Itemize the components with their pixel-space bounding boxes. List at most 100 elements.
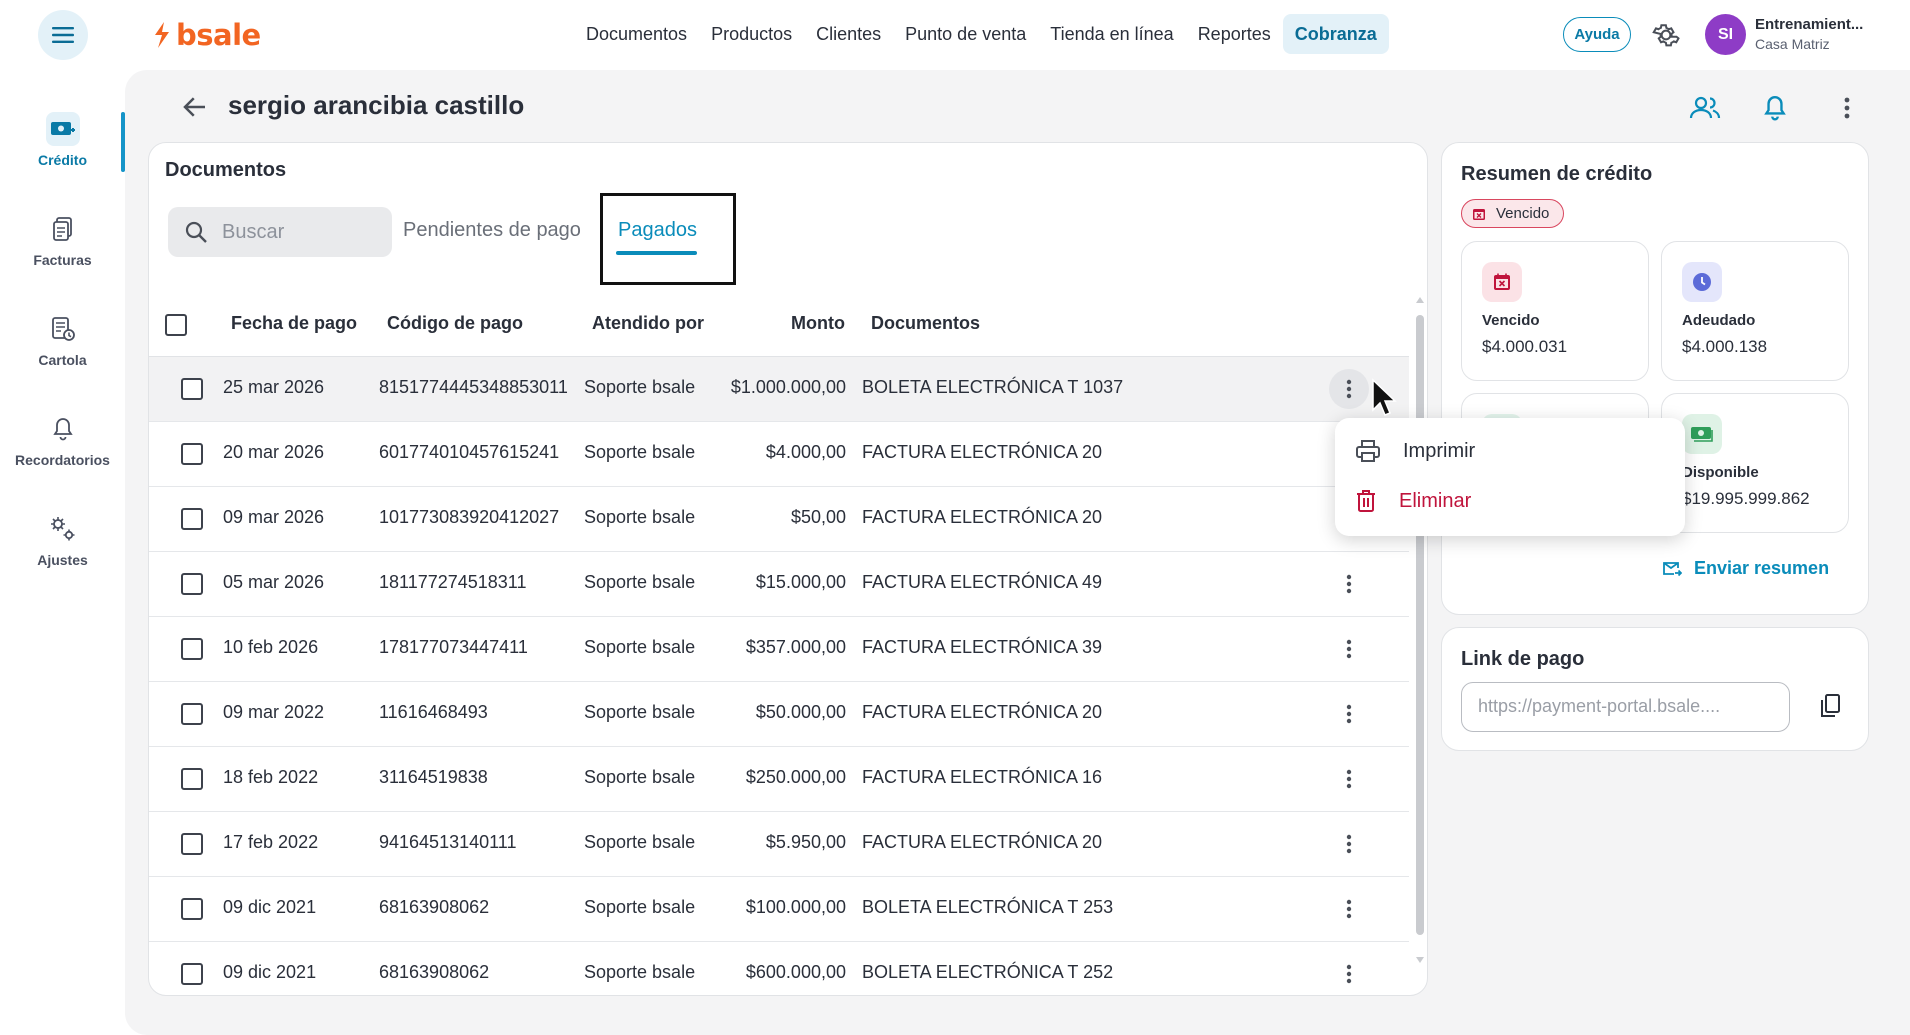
- table-row[interactable]: 09 mar 2022 11616468493 Soporte bsale $50.0…: [149, 682, 1409, 747]
- scrollbar-thumb[interactable]: [1416, 315, 1424, 935]
- cell-documentos: FACTURA ELECTRÓNICA 16: [862, 767, 1103, 787]
- nav-cobranza[interactable]: Cobranza: [1282, 14, 1389, 54]
- sidebar-item-label: Crédito: [38, 152, 87, 168]
- cell-documentos: FACTURA ELECTRÓNICA 39: [862, 637, 1103, 657]
- row-checkbox[interactable]: [181, 833, 203, 855]
- table-row[interactable]: 20 mar 2026 601774010457615241 Soporte bsa…: [149, 422, 1409, 487]
- cell-codigo-de-pago: 68163908062: [379, 962, 490, 982]
- row-actions-button[interactable]: [1329, 954, 1369, 994]
- sidebar-item-cartola[interactable]: Cartola: [0, 290, 125, 390]
- select-all-checkbox[interactable]: [165, 314, 187, 336]
- cell-monto: $100.000,00: [745, 897, 846, 917]
- menu-item-imprimir[interactable]: Imprimir: [1335, 426, 1685, 476]
- nav-clientes[interactable]: Clientes: [804, 14, 893, 54]
- mouse-cursor-icon: [1372, 378, 1397, 416]
- stat-value: $4.000.031: [1482, 337, 1568, 356]
- back-button[interactable]: [180, 92, 210, 122]
- column-monto[interactable]: Monto: [791, 313, 845, 334]
- row-checkbox[interactable]: [181, 638, 203, 660]
- cell-fecha-de-pago: 10 feb 2026: [223, 637, 319, 657]
- table-row[interactable]: 17 feb 2022 94164513140111 Soporte bsale $5…: [149, 812, 1409, 877]
- row-checkbox[interactable]: [181, 963, 203, 985]
- table-row[interactable]: 25 mar 2026 8151774445348853011 Soporte bs…: [149, 357, 1409, 422]
- avatar[interactable]: SI: [1705, 14, 1746, 55]
- row-checkbox[interactable]: [181, 443, 203, 465]
- account-info[interactable]: Entrenamient... Casa Matriz: [1755, 16, 1905, 52]
- cell-fecha-de-pago: 20 mar 2026: [223, 442, 325, 462]
- send-summary-button[interactable]: Enviar resumen: [1662, 558, 1829, 579]
- summary-title: Resumen de crédito: [1461, 163, 1653, 185]
- row-checkbox[interactable]: [181, 898, 203, 920]
- cell-atendido-por: Soporte bsale: [584, 377, 696, 397]
- row-actions-button[interactable]: [1329, 369, 1369, 409]
- sidebar-item-recordatorios[interactable]: Recordatorios: [0, 390, 125, 490]
- notifications-button[interactable]: [1759, 92, 1791, 124]
- row-checkbox[interactable]: [181, 508, 203, 530]
- sidebar-item-credito[interactable]: Crédito: [0, 90, 125, 190]
- row-actions-button[interactable]: [1329, 629, 1369, 669]
- cell-codigo-de-pago: 11616468493: [379, 702, 488, 722]
- more-options-button[interactable]: [1831, 92, 1863, 124]
- arrow-left-icon: [183, 97, 205, 117]
- row-actions-button[interactable]: [1329, 759, 1369, 799]
- cell-atendido-por: Soporte bsale: [584, 637, 696, 657]
- gear-icon: [1652, 24, 1680, 47]
- table-row[interactable]: 18 feb 2022 31164519838 Soporte bsale $250.…: [149, 747, 1409, 812]
- cell-documentos: BOLETA ELECTRÓNICA T 252: [862, 962, 1114, 982]
- menu-item-eliminar[interactable]: Eliminar: [1335, 476, 1685, 526]
- table-header: Fecha de pago Código de pago Atendido po…: [149, 293, 1409, 357]
- table-row[interactable]: 09 mar 2026 101773083920412027 Soporte bsa…: [149, 487, 1409, 552]
- sidebar-item-ajustes[interactable]: Ajustes: [0, 490, 125, 590]
- cell-monto: $600.000,00: [745, 962, 846, 982]
- documents-title: Documentos: [165, 159, 287, 181]
- nav-reportes[interactable]: Reportes: [1186, 14, 1283, 54]
- table-row[interactable]: 09 dic 2021 68163908062 Soporte bsale $600.…: [149, 942, 1409, 995]
- column-documentos[interactable]: Documentos: [871, 313, 980, 334]
- sidebar-item-label: Cartola: [38, 352, 87, 368]
- annotation-highlight-box: [600, 193, 736, 285]
- scroll-down-icon: [1416, 957, 1424, 963]
- table-scrollbar[interactable]: [1414, 293, 1426, 983]
- nav-documentos[interactable]: Documentos: [574, 14, 699, 54]
- row-actions-button[interactable]: [1329, 694, 1369, 734]
- sidebar-item-label: Facturas: [33, 252, 92, 268]
- column-codigo-de-pago[interactable]: Código de pago: [387, 313, 523, 334]
- help-button[interactable]: Ayuda: [1563, 17, 1631, 52]
- column-atendido-por[interactable]: Atendido por: [592, 313, 704, 334]
- tab-pendientes-de-pago[interactable]: Pendientes de pago: [403, 219, 581, 242]
- cell-atendido-por: Soporte bsale: [584, 702, 696, 722]
- table-body: 25 mar 2026 8151774445348853011 Soporte bs…: [149, 357, 1409, 995]
- nav-punto-de-venta[interactable]: Punto de venta: [893, 14, 1038, 54]
- row-actions-button[interactable]: [1329, 564, 1369, 604]
- row-actions-button[interactable]: [1329, 824, 1369, 864]
- nav-tienda-en-linea[interactable]: Tienda en línea: [1038, 14, 1185, 54]
- calendar-x-icon: [1482, 262, 1522, 302]
- cell-codigo-de-pago: 31164519838: [379, 767, 488, 787]
- table-row[interactable]: 10 feb 2026 178177073447411 Soporte bsale $…: [149, 617, 1409, 682]
- row-checkbox[interactable]: [181, 573, 203, 595]
- settings-button[interactable]: [1651, 20, 1681, 50]
- column-fecha-de-pago[interactable]: Fecha de pago: [231, 313, 357, 334]
- sidebar-item-facturas[interactable]: Facturas: [0, 190, 125, 290]
- trash-icon: [1357, 490, 1375, 512]
- cell-monto: $357.000,00: [745, 637, 846, 657]
- row-checkbox[interactable]: [181, 378, 203, 400]
- table-row[interactable]: 05 mar 2026 181177274518311 Soporte bsale $…: [149, 552, 1409, 617]
- search-input[interactable]: [222, 220, 372, 244]
- cell-codigo-de-pago: 181177274518311: [379, 572, 527, 592]
- brand-logo[interactable]: bsale: [152, 18, 261, 52]
- nav-productos[interactable]: Productos: [699, 14, 804, 54]
- kebab-icon: [1346, 639, 1352, 659]
- cell-fecha-de-pago: 25 mar 2026: [223, 377, 325, 397]
- row-checkbox[interactable]: [181, 768, 203, 790]
- search-box[interactable]: [168, 207, 392, 257]
- table-row[interactable]: 09 dic 2021 68163908062 Soporte bsale $100.…: [149, 877, 1409, 942]
- row-checkbox[interactable]: [181, 703, 203, 725]
- copy-link-button[interactable]: [1812, 688, 1848, 724]
- hamburger-menu-button[interactable]: [38, 10, 88, 60]
- top-navigation: Documentos Productos Clientes Punto de v…: [574, 14, 1389, 54]
- payment-link-field[interactable]: https://payment-portal.bsale....: [1461, 682, 1790, 732]
- row-actions-button[interactable]: [1329, 889, 1369, 929]
- contacts-button[interactable]: [1689, 92, 1721, 124]
- kebab-icon: [1346, 379, 1352, 399]
